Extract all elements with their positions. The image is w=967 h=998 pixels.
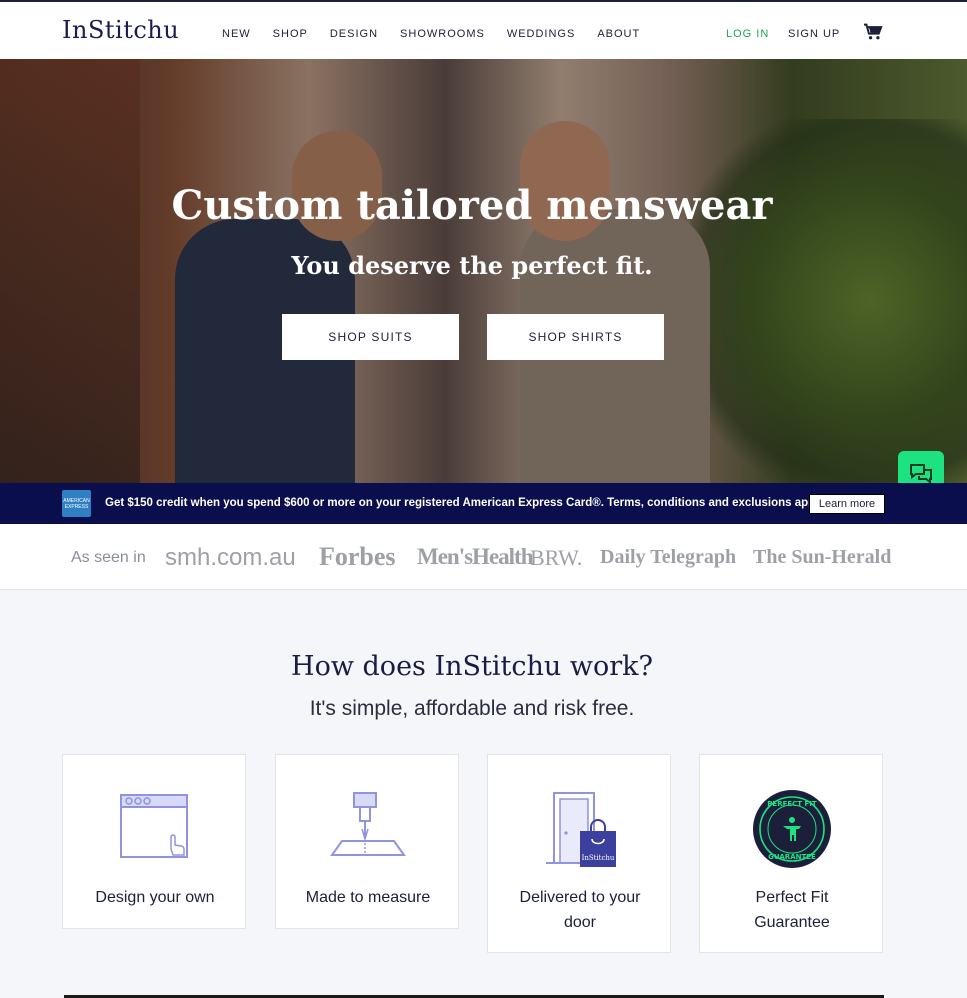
step-card-delivery[interactable]: InStitchu Delivered to your door: [487, 754, 671, 953]
bag-text: InStitchu: [582, 854, 615, 862]
chat-button[interactable]: [898, 451, 944, 483]
press-logo-daily-telegraph: Daily Telegraph: [600, 546, 737, 568]
hero-title: Custom tailored menswear: [171, 182, 773, 229]
nav-about[interactable]: ABOUT: [597, 28, 640, 40]
step-card-measure[interactable]: Made to measure: [275, 754, 459, 929]
nav-weddings[interactable]: WEDDINGS: [507, 28, 576, 40]
nav-shop[interactable]: SHOP: [273, 28, 308, 40]
step-label: Made to measure: [305, 889, 431, 906]
signup-link[interactable]: SIGN UP: [788, 28, 840, 40]
main-nav: NEW SHOP DESIGN SHOWROOMS WEDDINGS ABOUT: [222, 28, 662, 40]
door-bag-icon: InStitchu: [546, 792, 616, 867]
press-strip: As seen in smh.com.au Forbes Men'sHealth…: [0, 524, 967, 590]
step-label: Delivered to your door: [519, 889, 641, 931]
step-label: Perfect Fit Guarantee: [754, 889, 830, 931]
nav-new[interactable]: NEW: [222, 28, 251, 40]
svg-text:GUARANTEE: GUARANTEE: [768, 853, 816, 861]
press-logo-forbes: Forbes: [319, 542, 396, 571]
cart-icon[interactable]: [863, 23, 883, 41]
site-logo[interactable]: InStitchu: [62, 16, 179, 44]
amex-promo-banner: AMERICAN EXPRESS Get $150 credit when yo…: [0, 483, 967, 524]
press-logo-brw: BRW.: [530, 545, 583, 570]
login-link[interactable]: LOG IN: [726, 28, 769, 40]
sewing-needle-icon: [330, 792, 406, 856]
step-card-guarantee[interactable]: PERFECT FIT GUARANTEE Perfect Fit Guaran…: [699, 754, 883, 953]
press-logo-sun-herald: The Sun-Herald: [753, 546, 892, 568]
browser-click-icon: [120, 794, 188, 858]
amex-logo: AMERICAN EXPRESS: [62, 490, 91, 517]
amex-promo-text: Get $150 credit when you spend $600 or m…: [105, 497, 828, 509]
nav-design[interactable]: DESIGN: [330, 28, 378, 40]
press-logo-menshealth: Men'sHealth: [417, 544, 533, 569]
nav-showrooms[interactable]: SHOWROOMS: [400, 28, 485, 40]
how-it-works-subtitle: It's simple, affordable and risk free.: [309, 697, 635, 720]
hero-subtitle: You deserve the perfect fit.: [291, 251, 653, 280]
how-it-works-title: How does InStitchu work?: [291, 651, 653, 682]
press-logo-smh: smh.com.au: [165, 544, 296, 571]
step-label: Design your own: [95, 889, 215, 906]
learn-more-button[interactable]: Learn more: [809, 494, 885, 514]
site-header: InStitchu NEW SHOP DESIGN SHOWROOMS WEDD…: [0, 2, 967, 59]
hero-banner: Custom tailored menswear You deserve the…: [0, 59, 967, 483]
shop-shirts-button[interactable]: SHOP SHIRTS: [487, 314, 664, 360]
perfect-fit-badge-icon: PERFECT FIT GUARANTEE: [753, 790, 831, 868]
chat-icon: [910, 464, 932, 483]
shop-suits-button[interactable]: SHOP SUITS: [282, 314, 459, 360]
step-card-design[interactable]: Design your own: [62, 754, 246, 929]
press-label: As seen in: [71, 549, 146, 566]
svg-text:PERFECT FIT: PERFECT FIT: [767, 800, 817, 808]
